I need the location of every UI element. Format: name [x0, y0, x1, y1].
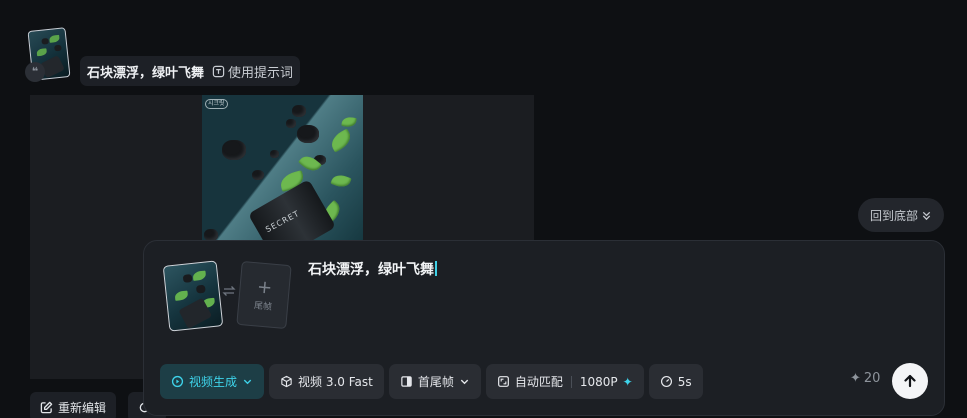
- sparkle-icon: ✦: [622, 374, 633, 389]
- frames-icon: [401, 376, 412, 387]
- leaf-shape: [174, 290, 189, 301]
- mode-selector[interactable]: 视频生成: [160, 364, 265, 399]
- history-prompt-chip: 石块漂浮，绿叶飞舞 使用提示词: [80, 56, 301, 86]
- rock-shape: [292, 105, 306, 117]
- credits-indicator: ✦ 20: [850, 371, 880, 386]
- credits-value: 20: [863, 371, 881, 386]
- rock-shape: [297, 125, 319, 143]
- history-prompt-text: 石块漂浮，绿叶飞舞: [87, 65, 205, 81]
- leaf-shape: [36, 48, 48, 57]
- last-frame-label: 尾帧: [253, 300, 273, 313]
- composer-toolbar: 视频生成 视频 3.0 Fast 首尾帧 自动匹配 1080P ✦ 5s: [160, 364, 703, 399]
- rock-shape: [182, 274, 193, 283]
- leaf-shape: [330, 172, 352, 190]
- re-edit-button[interactable]: 重新编辑: [30, 392, 117, 418]
- plus-icon: +: [256, 275, 274, 299]
- duration-label: 5s: [677, 374, 692, 389]
- prompt-icon: [212, 65, 225, 77]
- first-frame-thumbnail[interactable]: [162, 260, 224, 332]
- leaf-shape: [341, 115, 357, 129]
- chevron-down-icon: [460, 379, 469, 385]
- edit-icon: [40, 401, 53, 413]
- rock-shape: [252, 170, 264, 180]
- leaf-shape: [192, 270, 207, 281]
- prompt-composer: + 尾帧 石块漂浮，绿叶飞舞 视频生成 视频 3.0 Fast 首尾帧 自动匹配…: [143, 240, 945, 416]
- clock-icon: [660, 375, 672, 388]
- rock-shape: [41, 37, 49, 45]
- back-to-bottom-button[interactable]: 回到底部: [858, 198, 944, 232]
- chevron-down-icon: [243, 379, 252, 385]
- model-selector[interactable]: 视频 3.0 Fast: [269, 364, 384, 399]
- leaf-shape: [327, 128, 355, 153]
- model-label: 视频 3.0 Fast: [298, 375, 373, 389]
- frames-selector[interactable]: 首尾帧: [388, 364, 481, 399]
- quote-icon: ❝: [25, 62, 45, 82]
- back-to-bottom-label: 回到底部: [869, 208, 918, 223]
- re-edit-label: 重新编辑: [58, 400, 107, 415]
- credit-sparkle-icon: ✦: [850, 371, 861, 386]
- mode-label: 视频生成: [189, 375, 238, 389]
- rock-shape: [222, 140, 246, 160]
- cube-icon: [281, 375, 292, 388]
- duration-selector[interactable]: 5s: [648, 364, 703, 399]
- use-prompt-button[interactable]: 使用提示词: [212, 62, 293, 81]
- prompt-input[interactable]: 石块漂浮，绿叶飞舞: [308, 259, 437, 279]
- rock-shape: [195, 284, 206, 294]
- preview-tag: 시크릿: [205, 99, 228, 109]
- rock-shape: [270, 150, 279, 158]
- send-button[interactable]: [892, 363, 928, 399]
- leaf-shape: [49, 34, 60, 43]
- double-chevron-down-icon: [922, 211, 931, 220]
- ratio-resolution-selector[interactable]: 自动匹配 1080P ✦: [485, 364, 644, 399]
- use-prompt-label: 使用提示词: [228, 65, 294, 81]
- rock-shape: [54, 44, 62, 52]
- frames-label: 首尾帧: [417, 375, 454, 389]
- history-result-image[interactable]: 시크릿 SECRET: [202, 95, 363, 241]
- aspect-ratio-icon: [497, 376, 509, 387]
- last-frame-upload[interactable]: + 尾帧: [236, 260, 292, 330]
- ratio-label: 自动匹配: [514, 375, 563, 389]
- arrow-up-icon: [904, 374, 916, 388]
- rock-shape: [286, 119, 296, 128]
- resolution-label: 1080P: [579, 374, 618, 389]
- divider: [570, 375, 572, 388]
- video-generate-icon: [171, 375, 184, 388]
- swap-icon[interactable]: [222, 284, 236, 298]
